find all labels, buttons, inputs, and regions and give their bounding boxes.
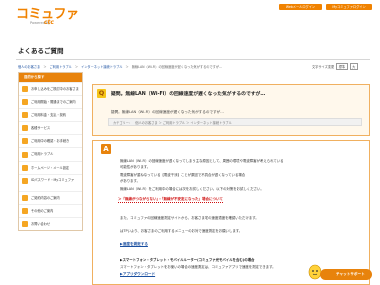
question-title: 疑問。無線LAN（Wi-Fi）の回線速度が遅くなった気がするのですが… [111, 92, 266, 97]
sidebar-item-label: IDパスワード・Myコミュファ [31, 177, 75, 182]
category-icon [22, 207, 28, 214]
sidebar-item[interactable]: お問い合わせ [19, 216, 82, 230]
sidebar-item[interactable]: ご利用中の確認・お手続き [19, 134, 82, 147]
sidebar-item-label: ご契約内容のご案内 [31, 195, 60, 200]
sidebar-item-label: お問い合わせ [31, 221, 51, 226]
sidebar-item[interactable]: ホームページ・メール設定 [19, 160, 82, 174]
breadcrumb-current: 無線LAN（Wi-Fi）の回線速度が遅くなった気がするのですが… [131, 65, 223, 69]
answer-text: 無線LAN（Wi-Fi）の回線速度が遅くなってしまう主な原因として、周囲の環境や… [120, 159, 284, 163]
sidebar-item-label: ご利用中の確認・お手続き [31, 139, 70, 144]
answer-text: スマートフォン・タブレットをお使いの場合の速度測定は、コミュファアプリで速度を測… [120, 265, 276, 269]
text-size-standard-button[interactable]: 標準 [336, 63, 348, 70]
mypage-login-button[interactable]: Myコミュファログイン [326, 4, 372, 10]
category-icon [22, 164, 28, 171]
breadcrumb-item[interactable]: 個人のお客さま [18, 65, 40, 69]
breadcrumb: 個人のお客さま ＞ ご利用トラブル ＞ インターネット接続トラブル ＞ 無線LA… [18, 64, 224, 69]
page-title: よくあるご質問 [18, 47, 64, 55]
category-icon [22, 138, 28, 145]
category-icon [22, 125, 28, 132]
sidebar-item[interactable]: IDパスワード・Myコミュファ [19, 173, 82, 191]
breadcrumb-item[interactable]: インターネット接続トラブル [81, 65, 122, 69]
category-icon [22, 194, 28, 201]
answer-text: があります。 [120, 179, 141, 183]
category-icon [22, 151, 28, 158]
sidebar-item[interactable]: ご利用開始・開通までのご案内 [19, 95, 82, 108]
question-category: カテゴリー： 個人のお客さま ＞ ご利用トラブル ＞ インターネット接続トラブル [108, 118, 362, 126]
speed-test-link[interactable]: ▶速度を測定する [120, 242, 148, 247]
logo-brand: ctc [44, 19, 54, 26]
sidebar: 目的から探す お申し込みをご検討中のお客さま ご利用開始・開通までのご案内 ご利… [18, 72, 83, 231]
sidebar-item[interactable]: その他のご案内 [19, 203, 82, 217]
breadcrumb-separator: ＞ [43, 65, 47, 69]
sidebar-item-label: ご利用開始・開通までのご案内 [31, 100, 76, 105]
sidebar-item[interactable]: お申し込みをご検討中のお客さま [19, 82, 82, 95]
category-icon [22, 177, 28, 184]
category-icon [22, 86, 28, 93]
answer-badge: A [101, 144, 111, 154]
sidebar-item[interactable]: ご利用料金・支払・契約 [19, 108, 82, 121]
breadcrumb-separator: ＞ [74, 65, 79, 69]
chat-support-label: チャットサポート [336, 272, 365, 276]
sidebar-item[interactable]: ご利用トラブル [19, 147, 82, 160]
answer-text: 可能性があります。 [120, 165, 151, 169]
question-body: 疑問。無線LAN（Wi-Fi）の回線速度が遅くなった気がするのですが… [111, 110, 224, 114]
category-icon [22, 112, 28, 119]
chat-support-button[interactable]: チャットサポート [320, 269, 372, 280]
sidebar-item-label: その他のご案内 [31, 208, 54, 213]
answer-text: 無線LAN（Wi-Fi）をご利用中の場合には次をお試しください。以下の対策をお試… [120, 187, 264, 191]
text-size-large-button[interactable]: 大 [349, 63, 358, 70]
sidebar-item-label: 各種サービス [31, 126, 51, 131]
text-size-label: 文字サイズ変更 [312, 65, 335, 69]
category-icon [22, 220, 28, 227]
sidebar-item[interactable]: ご契約内容のご案内 [19, 190, 82, 204]
sidebar-heading: 目的から探す [19, 73, 82, 82]
troubleshoot-link[interactable]: ＞「無線がつながらない」・「無線が不安定になった」場合について [118, 197, 223, 203]
app-download-link[interactable]: ▶アプリダウンロード [120, 272, 155, 277]
sidebar-item-label: ご利用料金・支払・契約 [31, 113, 67, 118]
sidebar-item[interactable]: 各種サービス [19, 121, 82, 134]
breadcrumb-item[interactable]: ご利用トラブル [50, 65, 72, 69]
sidebar-item-label: ご利用トラブル [31, 152, 54, 157]
webmail-login-button[interactable]: Webメールログイン [279, 4, 322, 10]
text-size-switcher: 文字サイズ変更 標準 大 [312, 63, 358, 70]
category-icon [22, 99, 28, 106]
answer-text: 電波障害が重ねなっている【電波干渉】ことが原因で不具合が遅くなっている場合 [120, 173, 246, 177]
smartphone-heading: ▶スマートフォン・タブレット・モバイルルーター(コミュファ光モバイルを含む)の場… [120, 258, 255, 262]
breadcrumb-separator: ＞ [125, 65, 129, 69]
answer-text: また、コミュファの回線速度測定サイトから、お客さま宅の速度適度を確認いただけます… [120, 216, 259, 220]
sidebar-item-label: お申し込みをご検討中のお客さま [31, 86, 79, 91]
sidebar-item-label: ホームページ・メール設定 [31, 165, 70, 170]
comufa-logo[interactable]: コミュファ Powered by ctc [16, 8, 79, 28]
answer-text: はTPいより、お客さまのご利用するメニューのお対で速度測定をお願いします。 [120, 229, 243, 233]
header-divider [16, 59, 370, 60]
question-badge: Q [97, 89, 106, 98]
